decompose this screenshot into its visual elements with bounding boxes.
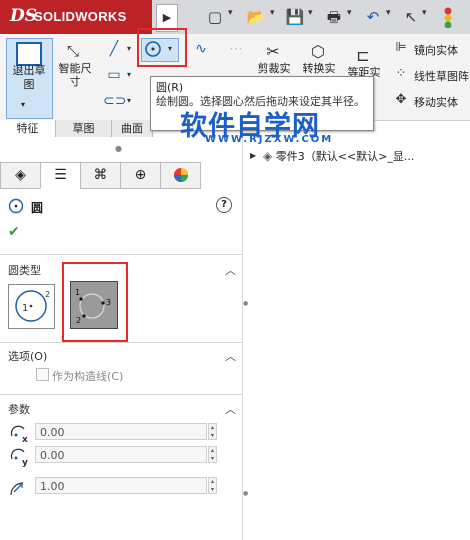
section-divider [0, 342, 242, 343]
app-name: SOLIDWORKS [34, 9, 127, 24]
exit-sketch-label: 退出草图 [12, 64, 46, 91]
trim-entities-icon[interactable]: ✂ [262, 42, 284, 61]
feature-tree-icon: ◈ [15, 167, 26, 183]
smart-dimension-icon[interactable]: ⤡ [62, 42, 84, 60]
part-label: 零件3（默认<<默认>_显... [275, 150, 415, 163]
options-icon[interactable] [443, 6, 453, 29]
crosshair-icon: ⊕ [134, 167, 147, 183]
panel-splitter[interactable] [242, 137, 251, 540]
center-x-input[interactable]: 0.00 [35, 423, 207, 440]
circle-type-section-title: 圆类型 [8, 264, 41, 277]
tooltip-title: 圆(R) [156, 81, 184, 94]
print-dropdown-icon[interactable]: ▾ [347, 8, 352, 18]
move-entities-label[interactable]: 移动实体 [414, 94, 458, 110]
tab-surfaces[interactable]: 曲面 [112, 120, 153, 137]
center-x-icon: x [8, 424, 32, 445]
radius-input[interactable]: 1.00 [35, 477, 207, 494]
splitter-handle-icon[interactable]: ● [243, 490, 248, 497]
tab-feature-manager[interactable]: ◈ [0, 162, 41, 189]
linear-pattern-label[interactable]: 线性草图阵 [414, 68, 469, 84]
exit-sketch-dropdown-icon[interactable]: ▾ [21, 100, 25, 109]
expand-arrow-icon[interactable]: ▶ [250, 151, 256, 160]
exit-sketch-icon [16, 42, 42, 66]
undo-dropdown-icon[interactable]: ▾ [386, 8, 391, 18]
open-folder-icon[interactable]: 📂 [245, 6, 267, 28]
ds-logo-mark: DS [10, 6, 38, 26]
chevron-up-icon[interactable]: ︿ [225, 348, 236, 364]
offset-entities-icon[interactable]: ⊏ [352, 46, 374, 65]
property-manager-title: 圆 [31, 201, 44, 215]
chevron-up-icon[interactable]: ︿ [225, 401, 236, 417]
construction-checkbox-label: 作为构造线(C) [52, 370, 124, 383]
tab-features[interactable]: 特征 [0, 120, 56, 137]
center-x-spinner[interactable]: ▴ ▾ [208, 423, 217, 440]
svg-text:x: x [22, 435, 28, 444]
tab-sketch[interactable]: 草图 [56, 120, 112, 137]
configuration-icon: ⌘ [93, 167, 108, 183]
circle-feature-icon [8, 198, 24, 214]
slot-tool-icon[interactable]: ⊂⊃ [103, 90, 126, 112]
splitter-handle-icon[interactable]: ● [243, 300, 248, 307]
center-circle-button[interactable]: 12 [8, 284, 55, 329]
section-divider [0, 254, 242, 255]
help-icon[interactable]: ? [216, 197, 232, 213]
tab-display-manager[interactable] [160, 162, 201, 189]
mirror-entities-icon[interactable]: ⊫ [392, 40, 410, 55]
select-dropdown-icon[interactable]: ▾ [422, 8, 427, 18]
select-arrow-icon[interactable]: ↖ [402, 6, 420, 28]
undo-icon[interactable]: ↶ [362, 6, 384, 28]
display-manager-icon [173, 168, 188, 182]
save-icon[interactable]: 💾 [285, 6, 305, 28]
center-y-spinner[interactable]: ▴ ▾ [208, 446, 217, 463]
linear-pattern-icon[interactable]: ⁘ [392, 66, 410, 81]
panel-grip-icon[interactable]: ● [115, 144, 122, 153]
section-divider [0, 394, 242, 395]
rectangle-dropdown-icon[interactable]: ▾ [127, 70, 131, 79]
center-circle-icon: 12 [15, 290, 50, 322]
grid-snap-icon[interactable]: ⋯ [225, 38, 247, 60]
highlight-perimeter-circle [62, 262, 128, 342]
radius-icon [8, 478, 32, 498]
line-tool-icon[interactable]: ╱ [103, 38, 125, 60]
radius-spinner[interactable]: ▴ ▾ [208, 477, 217, 494]
spline-tool-icon[interactable]: ∿ [190, 38, 212, 60]
highlight-circle-tool [137, 28, 187, 67]
mirror-entities-label[interactable]: 镜向实体 [414, 42, 458, 58]
part-tree-item[interactable]: ◈ 零件3（默认<<默认>_显... [263, 148, 414, 164]
new-dropdown-icon[interactable]: ▾ [228, 8, 233, 18]
rectangle-tool-icon[interactable]: ▭ [103, 64, 125, 86]
watermark-url: WWW.RJZXW.COM [205, 134, 334, 145]
open-dropdown-icon[interactable]: ▾ [270, 8, 275, 18]
tab-configuration-manager[interactable]: ⌘ [80, 162, 121, 189]
svg-text:1: 1 [22, 303, 28, 314]
parameters-section-title: 参数 [8, 403, 30, 416]
print-icon[interactable]: 🖶 [323, 6, 345, 28]
part-icon: ◈ [263, 149, 273, 163]
convert-entities-icon[interactable]: ⬡ [307, 42, 329, 61]
slot-dropdown-icon[interactable]: ▾ [127, 96, 131, 105]
svg-text:2: 2 [45, 290, 50, 299]
tab-property-manager[interactable]: ☰ [40, 162, 81, 189]
chevron-up-icon[interactable]: ︿ [225, 262, 236, 278]
center-y-input[interactable]: 0.00 [35, 446, 207, 463]
smart-dimension-label[interactable]: 智能尺寸 [55, 62, 95, 88]
line-dropdown-icon[interactable]: ▾ [127, 44, 131, 53]
center-y-icon: y [8, 447, 32, 468]
move-entities-icon[interactable]: ✥ [392, 92, 410, 107]
tab-dimxpert[interactable]: ⊕ [120, 162, 161, 189]
convert-entities-label[interactable]: 转换实 [298, 62, 340, 75]
save-dropdown-icon[interactable]: ▾ [308, 8, 313, 18]
new-document-icon[interactable]: ▢ [205, 6, 225, 28]
ok-checkmark-icon[interactable]: ✔ [8, 224, 20, 240]
property-list-icon: ☰ [54, 167, 67, 183]
options-section-title: 选项(O) [8, 350, 48, 363]
svg-text:y: y [22, 458, 28, 467]
trim-entities-label[interactable]: 剪裁实 [253, 62, 295, 75]
construction-checkbox[interactable] [36, 368, 49, 381]
